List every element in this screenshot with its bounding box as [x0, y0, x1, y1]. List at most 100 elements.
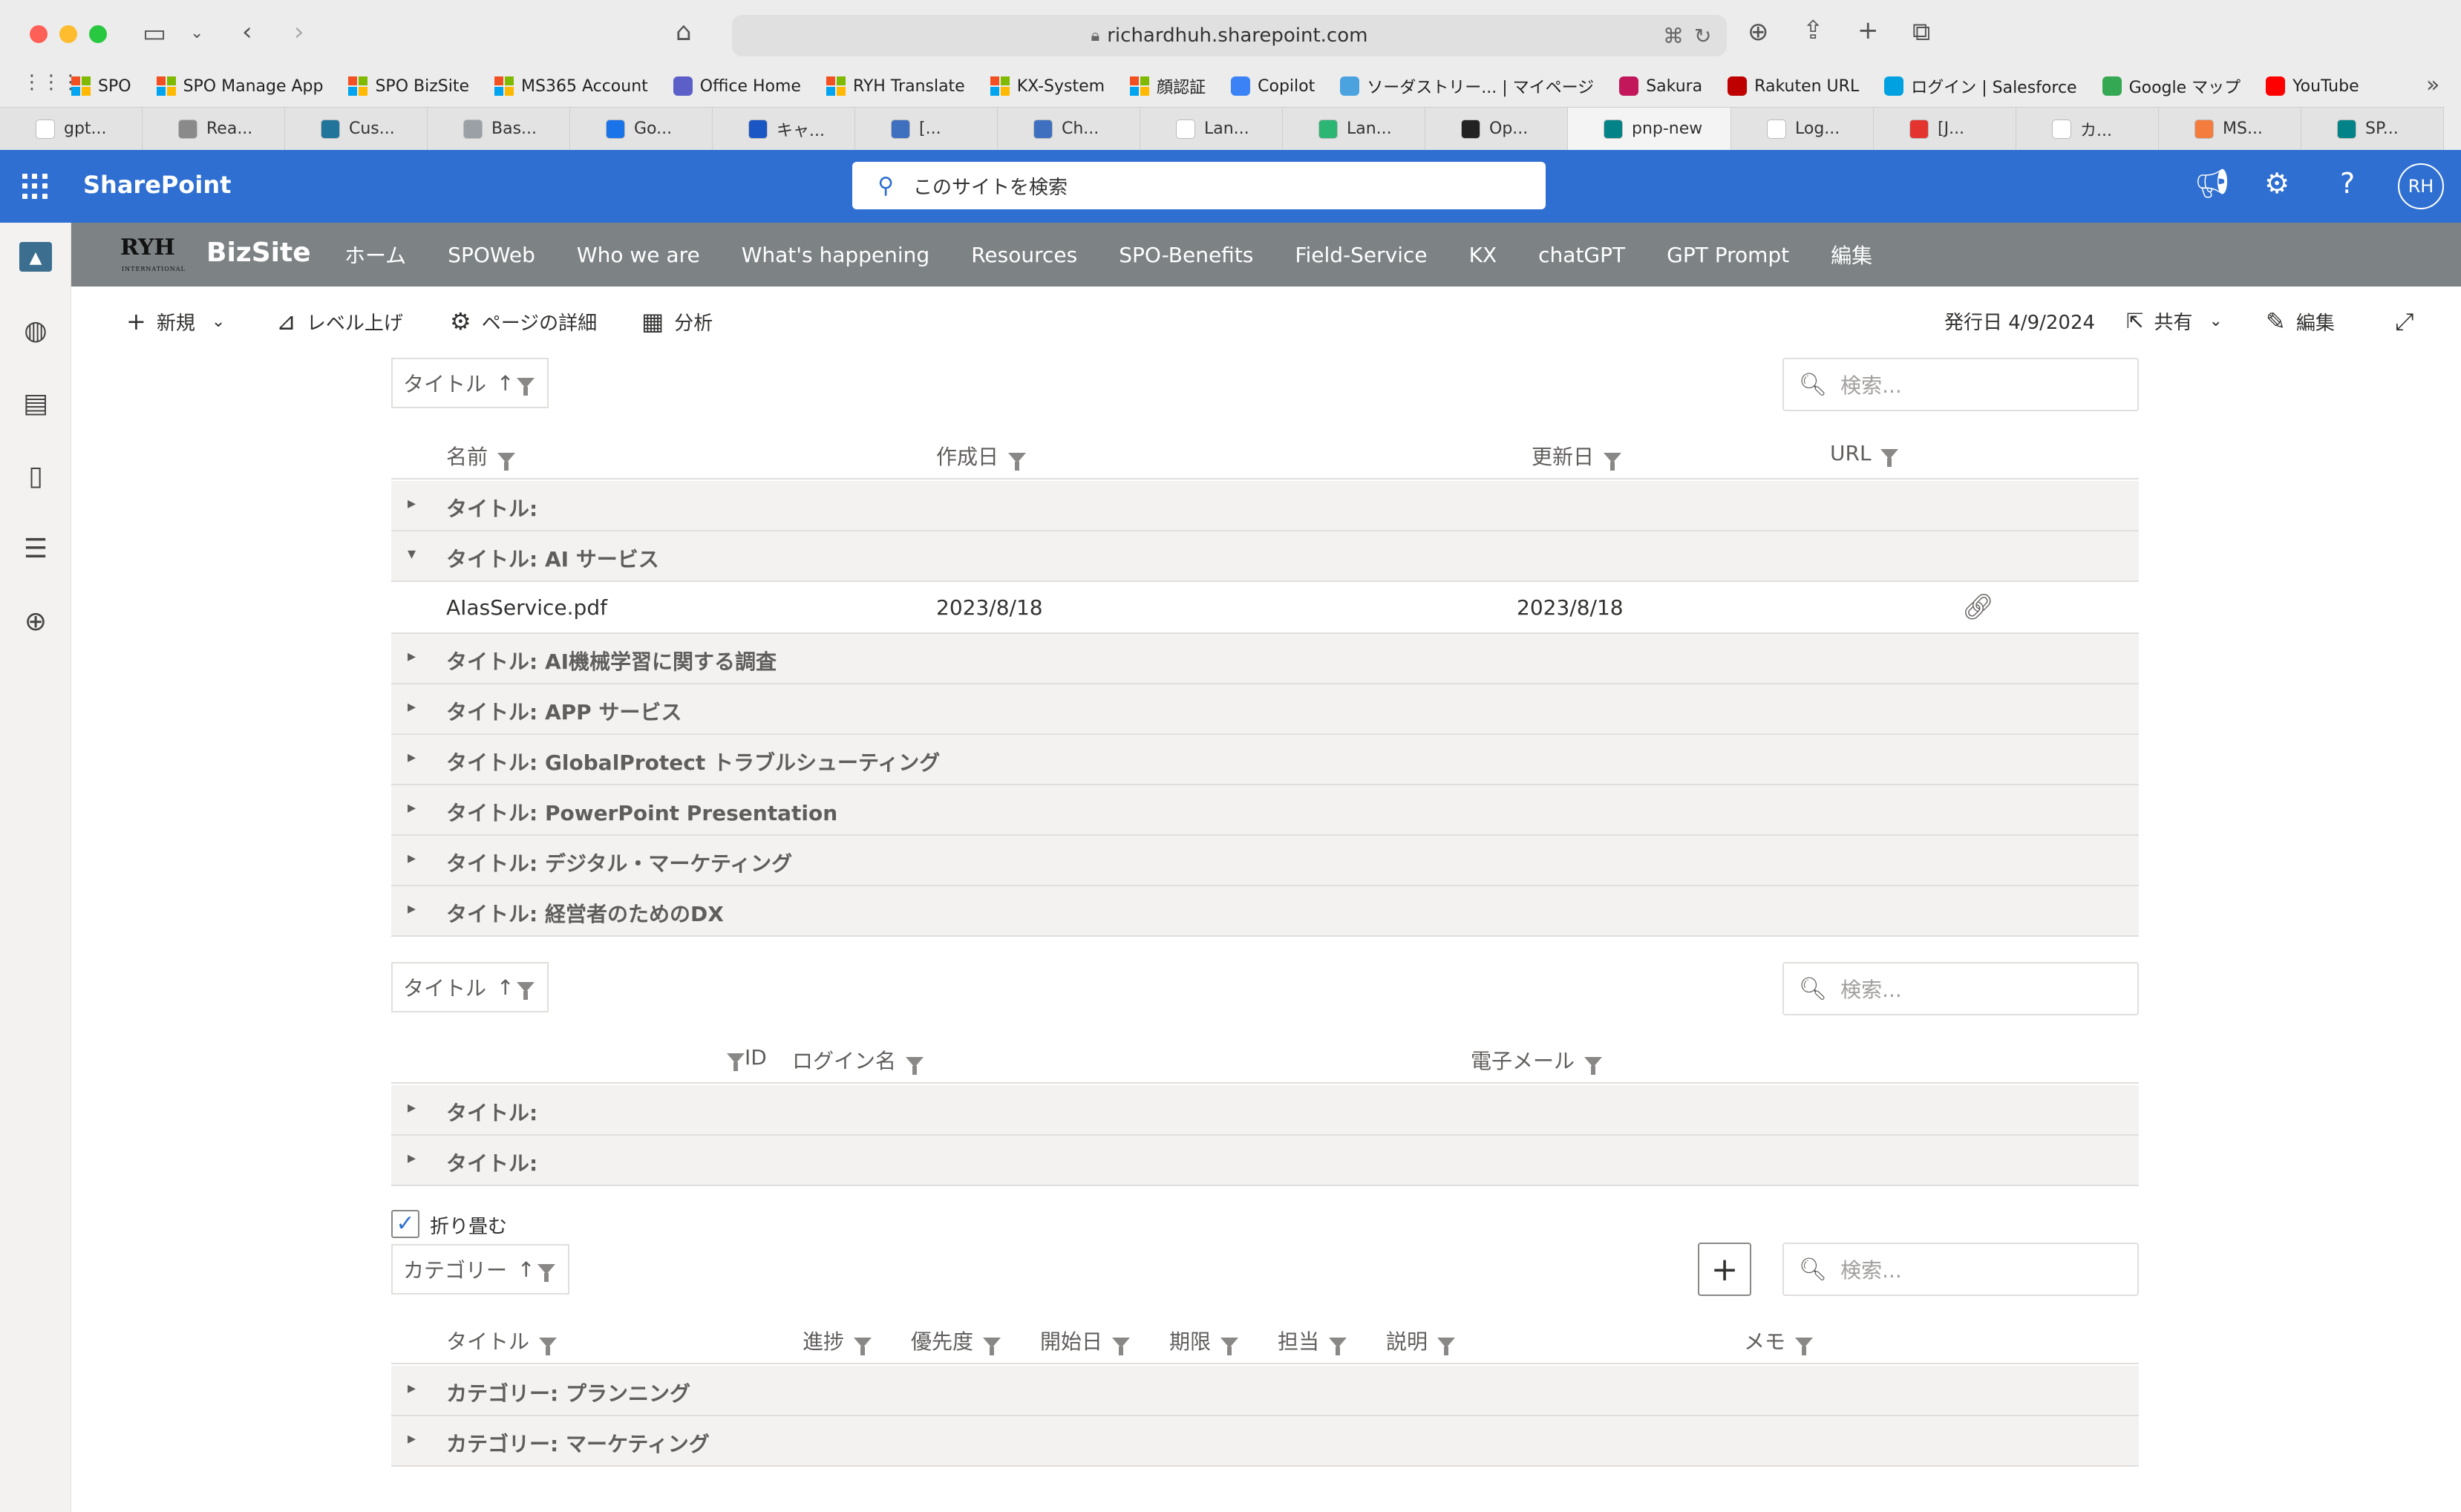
browser-tab[interactable]: Bas...	[428, 107, 570, 150]
chevron-right-icon[interactable]: ▸	[408, 647, 416, 666]
filter-icon[interactable]	[1584, 1057, 1602, 1075]
list-icon[interactable]: ☰	[19, 533, 52, 566]
filter-icon[interactable]	[1437, 1338, 1455, 1355]
chevron-down-icon[interactable]: ⌄	[190, 25, 203, 42]
filter-icon[interactable]	[1794, 1338, 1813, 1355]
browser-tab[interactable]: [J...	[1874, 107, 2016, 150]
filter-icon[interactable]	[537, 1264, 556, 1282]
bookmark-item[interactable]: SPO BizSite	[348, 76, 469, 96]
sort-ascending-icon[interactable]: ↑	[497, 975, 514, 1000]
column-header-assignee[interactable]: 担当	[1278, 1326, 1347, 1355]
browser-tab[interactable]: pnp-new	[1568, 107, 1731, 150]
browser-tab[interactable]: SP...	[2301, 107, 2444, 150]
globe-icon[interactable]: ◍	[19, 315, 52, 347]
home-icon[interactable]: ⌂	[676, 19, 692, 45]
grid-search-input[interactable]: 🔍︎ 検索...	[1782, 358, 2139, 411]
group-header-row[interactable]: ▸ タイトル: AI機械学習に関する調査	[391, 634, 2139, 684]
share-icon[interactable]: ⇪	[1803, 18, 1824, 43]
chevron-right-icon[interactable]: ▸	[408, 900, 416, 918]
filter-icon[interactable]	[905, 1057, 924, 1075]
browser-tab[interactable]: Ch...	[998, 107, 1140, 150]
browser-tab[interactable]: Cus...	[285, 107, 428, 150]
site-nav-item[interactable]: Resources	[971, 243, 1077, 267]
bookmark-item[interactable]: ログイン | Salesforce	[1884, 74, 2077, 98]
megaphone-icon[interactable]: 📢︎	[2194, 169, 2230, 197]
column-header-description[interactable]: 説明	[1386, 1326, 1455, 1355]
chevron-right-icon[interactable]: ▸	[408, 748, 416, 767]
promote-button[interactable]: ⊿ レベル上げ	[276, 307, 403, 336]
bookmark-item[interactable]: ソーダストリー... | マイページ	[1340, 74, 1594, 98]
filter-icon[interactable]	[1880, 449, 1899, 467]
browser-tab[interactable]: Log...	[1731, 107, 1874, 150]
avatar[interactable]: RH	[2398, 163, 2444, 209]
gear-icon[interactable]: ⚙	[2264, 169, 2290, 197]
address-bar[interactable]: 🔒︎ richardhuh.sharepoint.com ⌘ ↻	[732, 15, 1727, 56]
download-icon[interactable]: ⊕	[1748, 19, 1769, 45]
add-circle-icon[interactable]: ⊕	[19, 606, 52, 638]
filter-icon[interactable]	[517, 982, 535, 1000]
bookmark-item[interactable]: Rakuten URL	[1728, 76, 1859, 96]
site-nav-item[interactable]: SPOWeb	[448, 243, 535, 267]
grid-search-input[interactable]: 🔍︎ 検索...	[1782, 962, 2139, 1015]
column-header-url[interactable]: URL	[1830, 441, 1899, 467]
site-nav-item[interactable]: 編集	[1831, 240, 1872, 269]
column-header-memo[interactable]: メモ	[1744, 1326, 1813, 1355]
group-header-row[interactable]: ▸ タイトル: PowerPoint Presentation	[391, 785, 2139, 836]
group-by-selector[interactable]: タイトル ↑	[391, 358, 549, 408]
filter-icon[interactable]	[1603, 453, 1621, 471]
browser-tab[interactable]: カ...	[2016, 107, 2159, 150]
help-icon[interactable]: ?	[2340, 169, 2355, 197]
link-icon[interactable]: 🔗︎	[1962, 592, 1994, 622]
page-details-button[interactable]: ⚙ ページの詳細	[450, 307, 597, 336]
browser-tab[interactable]: Lan...	[1283, 107, 1425, 150]
chevron-down-icon[interactable]: ▾	[408, 545, 416, 563]
more-bookmarks-icon[interactable]: »	[2426, 74, 2439, 96]
share-button[interactable]: ⇱ 共有 ⌄	[2126, 307, 2223, 335]
chevron-right-icon[interactable]: ▸	[408, 799, 416, 817]
app-name[interactable]: SharePoint	[83, 171, 231, 199]
filter-icon[interactable]	[1111, 1338, 1130, 1355]
reload-icon[interactable]: ↻	[1694, 24, 1711, 48]
document-icon[interactable]: ▯	[19, 460, 52, 493]
bookmark-item[interactable]: KX-System	[990, 76, 1105, 96]
back-icon[interactable]: ‹	[242, 19, 252, 45]
column-header-email[interactable]: 電子メール	[1471, 1045, 1602, 1075]
analytics-button[interactable]: ▦ 分析	[641, 307, 713, 336]
grid-search-input[interactable]: 🔍︎ 検索...	[1782, 1243, 2139, 1296]
site-logo[interactable]: RYH INTERNATIONAL	[120, 235, 185, 275]
collapse-checkbox[interactable]: ✓	[391, 1210, 419, 1238]
app-launcher-icon[interactable]	[22, 174, 48, 199]
filter-icon[interactable]	[517, 378, 535, 396]
bookmark-item[interactable]: Google マップ	[2102, 74, 2241, 98]
group-header-row[interactable]: ▾ タイトル: AI サービス	[391, 531, 2139, 582]
site-nav-item[interactable]: GPT Prompt	[1667, 243, 1789, 267]
sort-ascending-icon[interactable]: ↑	[517, 1257, 535, 1282]
edit-button[interactable]: ✎ 編集	[2266, 307, 2335, 336]
site-home-icon[interactable]: ▲	[19, 242, 52, 272]
chevron-right-icon[interactable]: ▸	[408, 1149, 416, 1168]
expand-button[interactable]: ⤢	[2395, 307, 2425, 336]
bookmark-item[interactable]: MS365 Account	[494, 76, 648, 96]
group-header-row[interactable]: ▸ タイトル: デジタル・マーケティング	[391, 836, 2139, 886]
add-item-button[interactable]: +	[1698, 1243, 1751, 1296]
tab-overview-icon[interactable]: ⧉	[1912, 19, 1930, 45]
bookmark-item[interactable]: Office Home	[673, 76, 801, 96]
browser-tab[interactable]: Go...	[570, 107, 713, 150]
column-header-title[interactable]: タイトル	[446, 1326, 557, 1355]
browser-tab[interactable]: Op...	[1425, 107, 1568, 150]
column-header-id[interactable]: ID	[724, 1045, 767, 1071]
bookmark-item[interactable]: Copilot	[1231, 76, 1315, 96]
group-header-row[interactable]: ▸ タイトル: APP サービス	[391, 684, 2139, 735]
group-by-selector[interactable]: タイトル ↑	[391, 962, 549, 1012]
sidebar-toggle-icon[interactable]: ▭	[143, 21, 166, 46]
bookmark-item[interactable]: 顔認証	[1130, 74, 1206, 98]
new-button[interactable]: + 新規 ⌄	[126, 307, 225, 336]
site-nav-item[interactable]: chatGPT	[1538, 243, 1625, 267]
site-search-box[interactable]: ⚲ このサイトを検索	[852, 162, 1546, 209]
group-header-row[interactable]: ▸ タイトル:	[391, 1136, 2139, 1186]
bookmark-item[interactable]: RYH Translate	[826, 76, 965, 96]
table-row[interactable]: AIasService.pdf 2023/8/18 2023/8/18 🔗︎	[391, 582, 2139, 634]
browser-tab[interactable]: gpt...	[0, 107, 143, 150]
filter-icon[interactable]	[727, 1053, 745, 1071]
new-tab-icon[interactable]: +	[1857, 18, 1879, 43]
